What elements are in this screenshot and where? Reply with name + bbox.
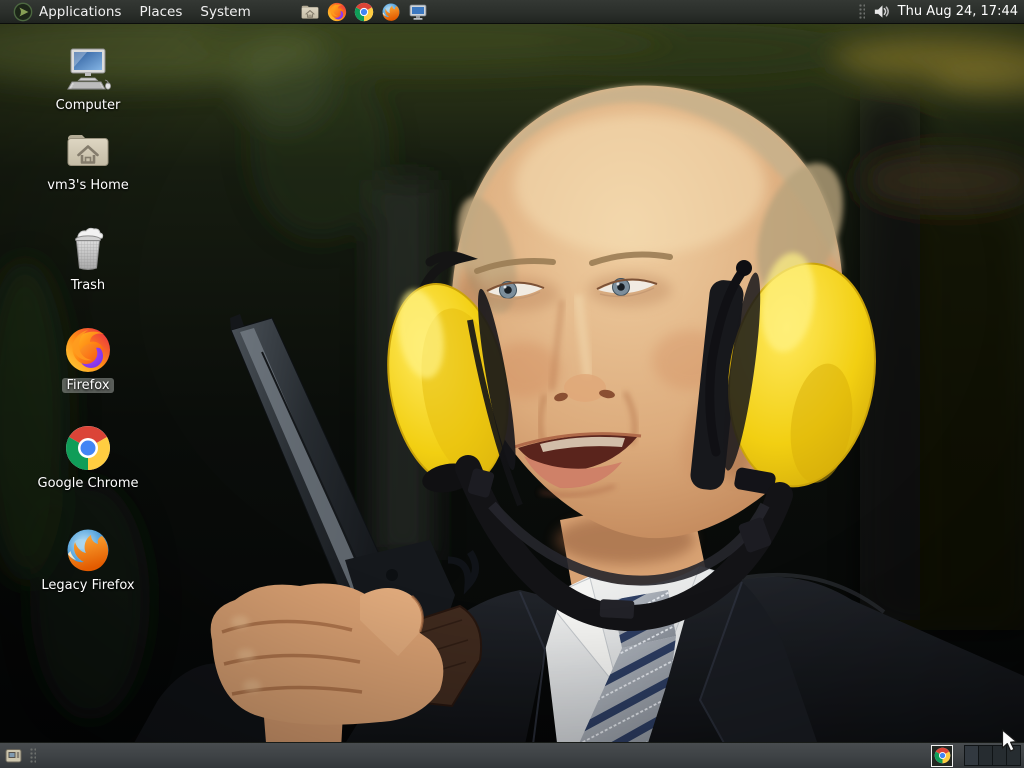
file-manager-icon	[300, 2, 320, 22]
chrome-icon	[354, 2, 374, 22]
window-list-handle[interactable]	[30, 747, 36, 764]
tray-chrome[interactable]	[931, 744, 953, 767]
desktop-icon-label: Trash	[70, 278, 106, 293]
workspace-1[interactable]	[964, 745, 979, 766]
trash-icon	[64, 226, 112, 274]
computer-icon	[64, 46, 112, 94]
launcher-chrome[interactable]	[354, 1, 375, 22]
desktop-icon-label: Legacy Firefox	[41, 578, 135, 593]
menu-places-label: Places	[139, 3, 183, 20]
launcher-legacy-firefox[interactable]	[381, 1, 402, 22]
show-desktop-icon	[5, 747, 23, 765]
mouse-cursor	[1001, 729, 1017, 752]
launcher-file-manager[interactable]	[300, 1, 321, 22]
show-desktop-button[interactable]	[3, 745, 25, 767]
distro-logo-icon	[13, 2, 33, 22]
chrome-icon	[64, 424, 112, 472]
legacy-firefox-icon	[381, 2, 401, 22]
menu-system[interactable]: System	[191, 0, 259, 24]
chrome-icon	[934, 747, 951, 764]
bottom-panel	[0, 742, 1024, 768]
firefox-icon	[64, 326, 112, 374]
menu-system-label: System	[200, 3, 251, 20]
panel-launchers	[300, 1, 429, 22]
menu-applications[interactable]: Applications	[4, 0, 130, 24]
workspace-2[interactable]	[979, 745, 993, 766]
clock-applet[interactable]: Thu Aug 24, 17:44	[898, 4, 1018, 19]
launcher-display-settings[interactable]	[408, 1, 429, 22]
desktop-icon-label: vm3's Home	[47, 178, 129, 193]
firefox-icon	[327, 2, 347, 22]
notification-tray	[931, 744, 953, 767]
menu-places[interactable]: Places	[130, 0, 191, 24]
desktop-icon-firefox[interactable]: Firefox	[28, 326, 148, 393]
volume-icon	[872, 2, 891, 21]
desktop-icon-label: Computer	[55, 98, 121, 113]
top-panel: Applications Places System Thu Aug 24, 1…	[0, 0, 1024, 24]
volume-applet[interactable]	[872, 2, 891, 21]
display-settings-icon	[408, 2, 428, 22]
desktop-icon-legacy-firefox[interactable]: Legacy Firefox	[28, 526, 148, 593]
home-folder-icon	[64, 126, 112, 174]
desktop-icon-label: Firefox	[62, 378, 114, 393]
menu-applications-label: Applications	[39, 3, 122, 20]
launcher-firefox[interactable]	[327, 1, 348, 22]
desktop-root: Applications Places System Thu Aug 24, 1…	[0, 0, 1024, 768]
wallpaper-photo	[0, 0, 1024, 768]
desktop-icon-computer[interactable]: Computer	[28, 46, 148, 113]
desktop-icon-home[interactable]: vm3's Home	[28, 126, 148, 193]
applet-handle[interactable]	[858, 3, 865, 20]
desktop-icon-google-chrome[interactable]: Google Chrome	[28, 424, 148, 491]
desktop-icon-trash[interactable]: Trash	[28, 226, 148, 293]
legacy-firefox-icon	[64, 526, 112, 574]
desktop-icon-label: Google Chrome	[37, 476, 139, 491]
